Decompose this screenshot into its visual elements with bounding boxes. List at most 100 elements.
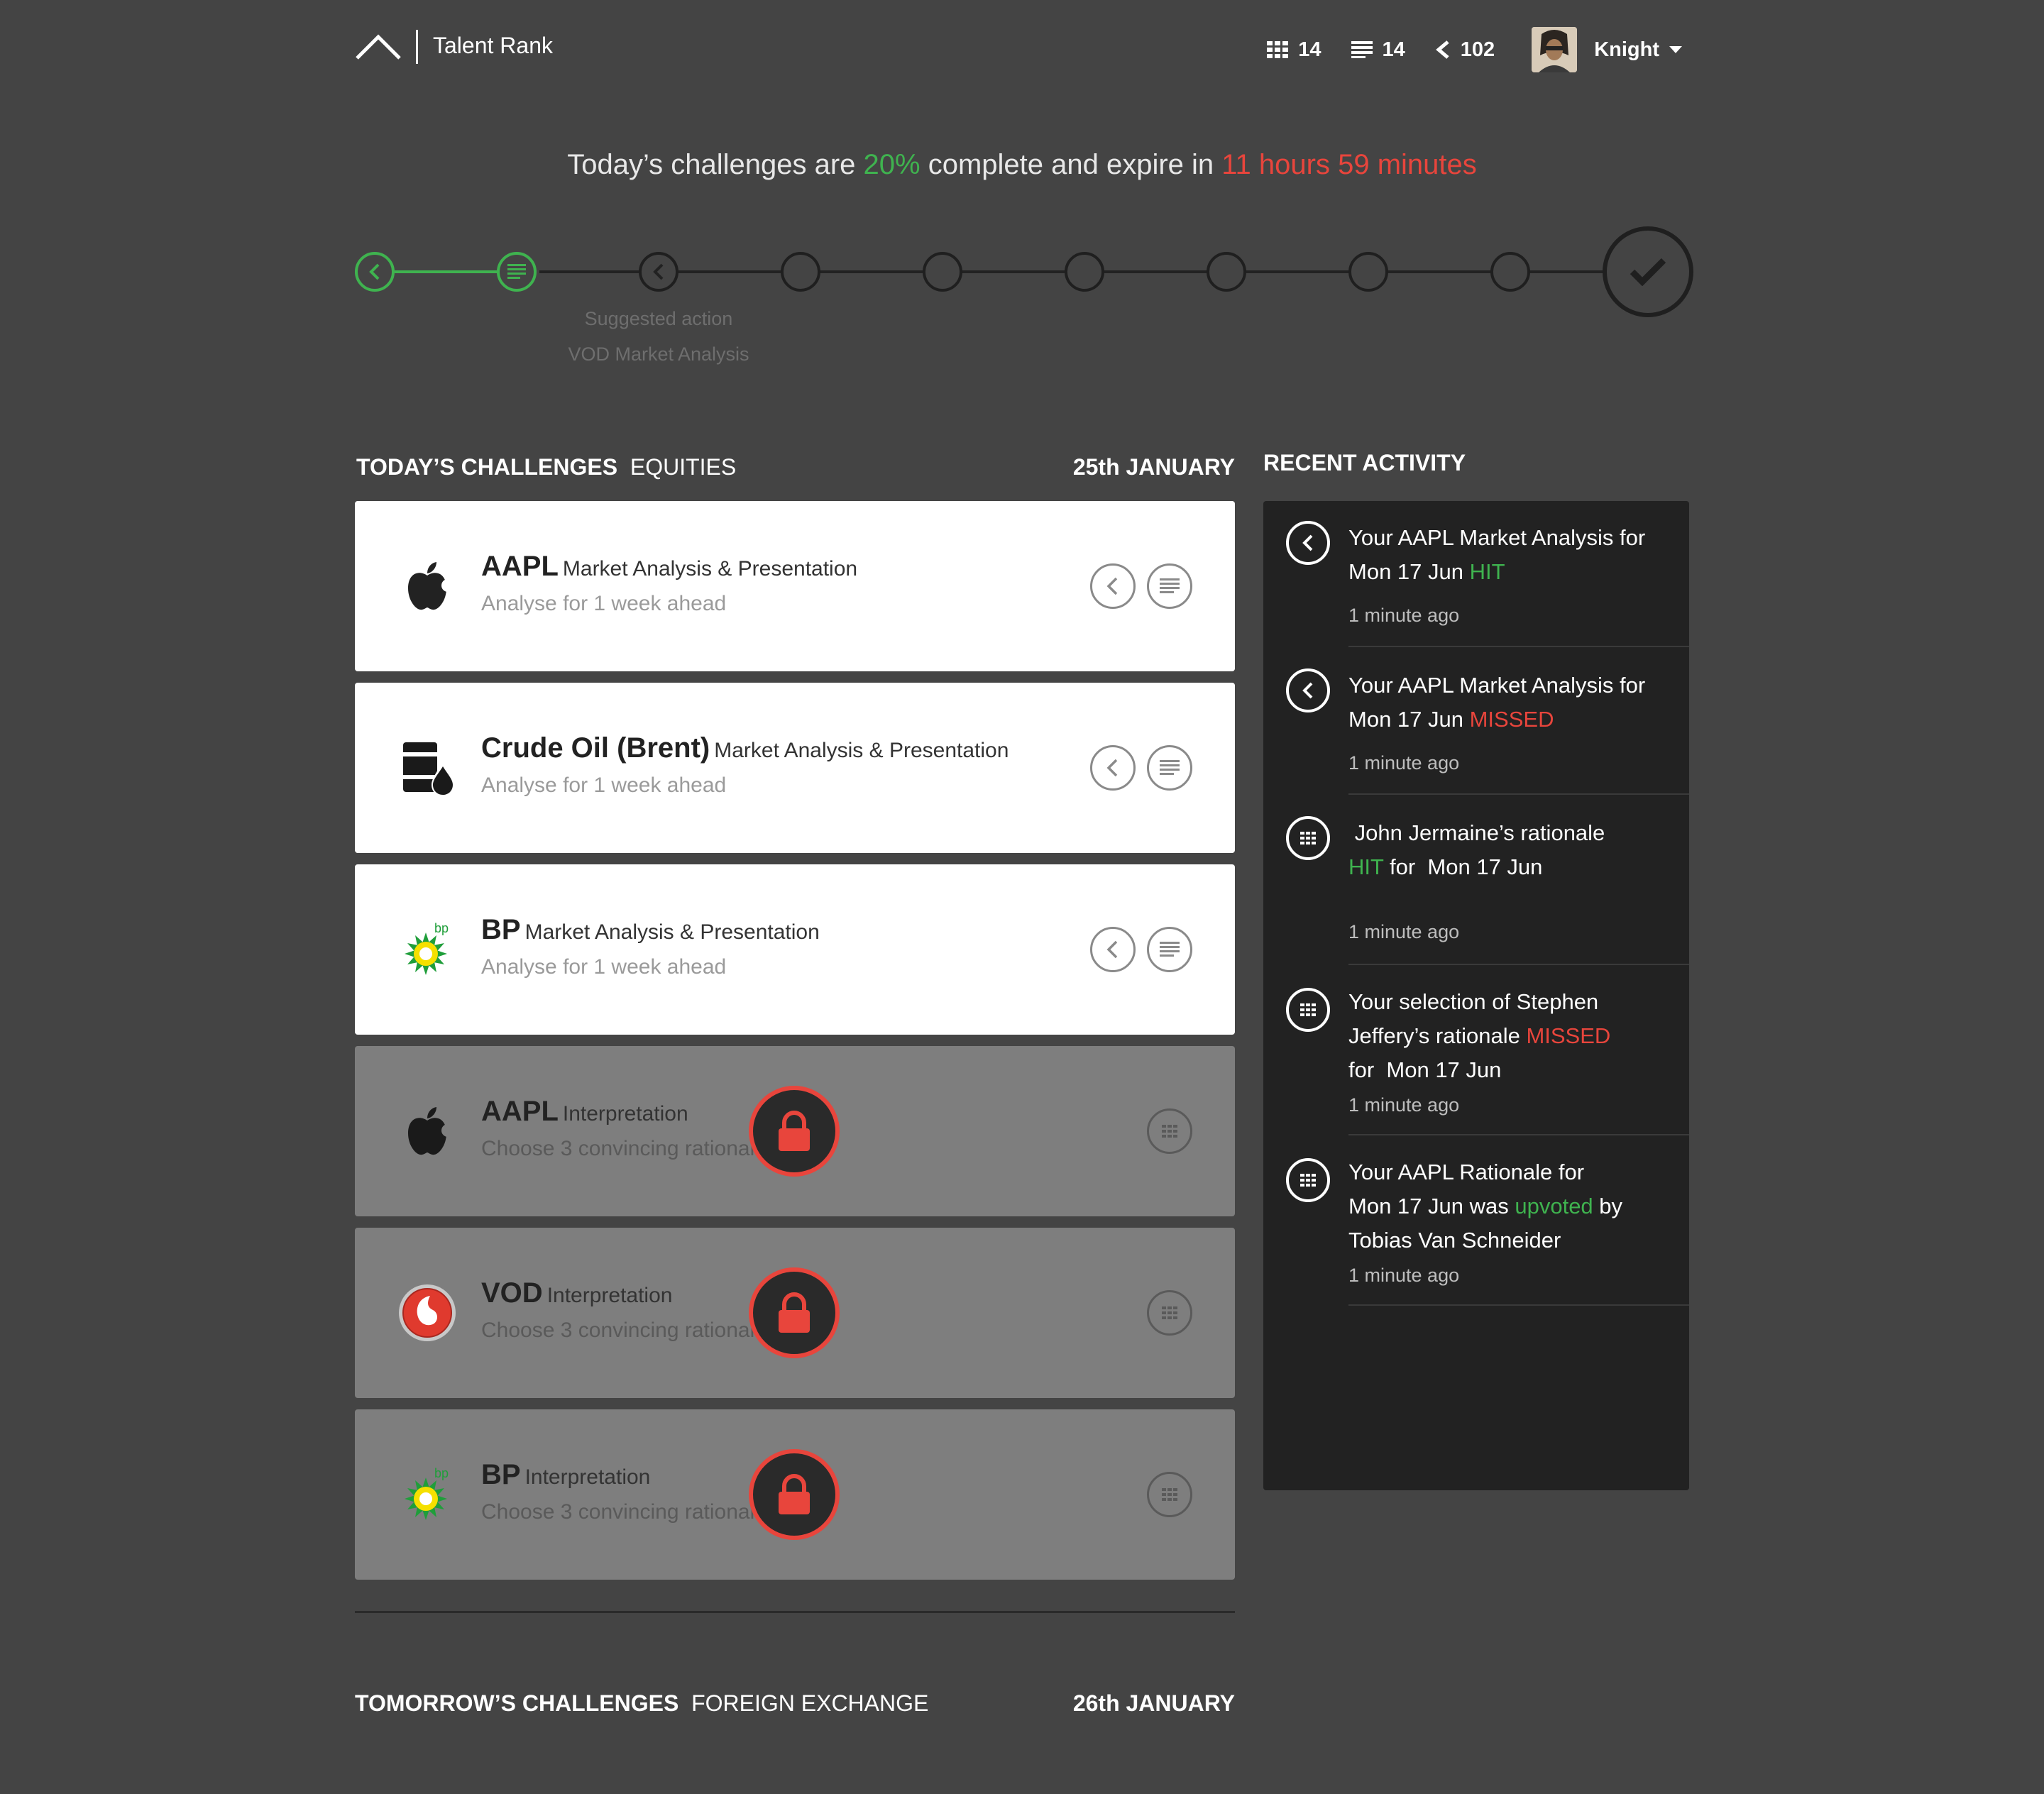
suggested-action-item: VOD Market Analysis — [568, 343, 749, 365]
card-subtitle: Choose 3 convincing rationales — [481, 1500, 765, 1524]
share-button[interactable] — [1090, 927, 1136, 972]
grid-icon — [1286, 1158, 1330, 1202]
share-icon — [369, 263, 380, 280]
share-icon — [1106, 940, 1118, 959]
card-ticker: VOD — [481, 1277, 543, 1309]
share-icon — [1286, 521, 1330, 565]
list-button[interactable] — [1147, 927, 1192, 972]
grid-icon — [1162, 1306, 1177, 1319]
recent-activity-panel: Your AAPL Market Analysis for Mon 17 Jun… — [1263, 501, 1689, 1490]
suggested-action-label: Suggested action — [584, 308, 733, 329]
activity-line-2-text: Mon 17 Jun was — [1348, 1194, 1515, 1218]
app-title: Talent Rank — [433, 33, 553, 58]
progress-track: Suggested action VOD Market Analysis — [355, 224, 1693, 365]
progress-complete[interactable] — [1603, 226, 1693, 317]
grid-icon — [1267, 41, 1289, 58]
challenge-card[interactable]: bp BP Market Analysis & Presentation Anal… — [355, 864, 1235, 1035]
progress-line-done — [395, 270, 500, 273]
today-title-bold: TODAY’S CHALLENGES — [356, 454, 618, 480]
list-button[interactable] — [1147, 745, 1192, 791]
bp-logo-icon: bp — [397, 1465, 457, 1524]
apple-logo-icon — [397, 1101, 457, 1161]
top-bar: Talent Rank 14 14 102 Knight — [355, 21, 1689, 78]
card-actions — [1079, 745, 1192, 791]
share-button[interactable] — [1090, 745, 1136, 791]
activity-text: Your AAPL Rationale for Mon 17 Jun was u… — [1348, 1155, 1675, 1258]
section-divider — [355, 1611, 1235, 1613]
share-button[interactable] — [1090, 563, 1136, 609]
stat-share-value: 102 — [1460, 38, 1495, 61]
activity-time: 1 minute ago — [1348, 752, 1460, 774]
challenge-card[interactable]: AAPL Market Analysis & Presentation Analy… — [355, 501, 1235, 671]
share-icon — [1435, 40, 1449, 59]
stat-list[interactable]: 14 — [1351, 38, 1405, 62]
stat-grid[interactable]: 14 — [1267, 38, 1322, 62]
list-button[interactable] — [1147, 563, 1192, 609]
grid-button[interactable] — [1147, 1290, 1192, 1336]
challenge-status: Today’s challenges are 20% complete and … — [0, 149, 2044, 181]
progress-step-4[interactable] — [781, 252, 820, 292]
user-name[interactable]: Knight — [1594, 38, 1659, 62]
activity-status: HIT — [1348, 854, 1384, 879]
progress-step-9[interactable] — [1490, 252, 1530, 292]
activity-line-2: HIT for Mon 17 Jun — [1348, 850, 1675, 884]
progress-step-3[interactable] — [639, 252, 678, 292]
page: Talent Rank 14 14 102 Knight Today’s cha… — [0, 0, 2044, 1794]
home-logo-icon[interactable] — [355, 33, 402, 61]
challenge-card[interactable]: Crude Oil (Brent) Market Analysis & Prese… — [355, 683, 1235, 853]
list-icon — [1351, 41, 1373, 58]
card-ticker: BP — [481, 914, 521, 945]
activity-line-2-text: Mon 17 Jun — [1348, 707, 1470, 732]
progress-step-1[interactable] — [355, 252, 395, 292]
activity-separator — [1348, 793, 1689, 795]
activity-text: Your AAPL Market Analysis for Mon 17 Jun… — [1348, 668, 1675, 737]
activity-line-3: for Mon 17 Jun — [1348, 1057, 1502, 1082]
grid-button[interactable] — [1147, 1108, 1192, 1154]
activity-status: MISSED — [1526, 1023, 1611, 1048]
status-middle: complete and expire in — [920, 149, 1222, 180]
activity-line-2: Mon 17 Jun HIT — [1348, 555, 1675, 589]
grid-icon — [1162, 1125, 1177, 1138]
grid-icon — [1286, 816, 1330, 860]
activity-line-3: Tobias Van Schneider — [1348, 1228, 1561, 1253]
activity-status: HIT — [1469, 559, 1505, 584]
progress-step-2[interactable] — [497, 252, 537, 292]
list-icon — [1160, 578, 1180, 593]
suggested-action[interactable]: Suggested action VOD Market Analysis — [538, 301, 779, 372]
card-title: AAPL Interpretation — [481, 1096, 688, 1128]
card-task: Interpretation — [562, 1102, 688, 1126]
activity-line-1: Your selection of Stephen — [1348, 989, 1599, 1014]
activity-line-2: Jeffery’s rationale MISSED — [1348, 1019, 1675, 1053]
card-task: Interpretation — [546, 1284, 673, 1307]
avatar[interactable] — [1532, 27, 1578, 72]
status-expiry: 11 hours 59 minutes — [1221, 149, 1477, 180]
activity-line-2: Mon 17 Jun was upvoted by — [1348, 1189, 1675, 1223]
card-task: Market Analysis & Presentation — [524, 920, 820, 944]
list-icon — [507, 264, 526, 279]
card-actions — [1136, 1290, 1192, 1336]
challenge-card-locked: bp BP Interpretation Choose 3 convincing … — [355, 1409, 1235, 1580]
card-actions — [1079, 927, 1192, 972]
card-actions — [1136, 1472, 1192, 1517]
today-date: 25th JANUARY — [1072, 454, 1235, 480]
stat-share[interactable]: 102 — [1435, 38, 1495, 62]
activity-line-1: Your AAPL Market Analysis for — [1348, 673, 1646, 698]
activity-line-1: Your AAPL Rationale for — [1348, 1160, 1585, 1184]
share-icon — [1106, 759, 1118, 777]
activity-line-2-text: for Mon 17 Jun — [1383, 854, 1543, 879]
grid-button[interactable] — [1147, 1472, 1192, 1517]
status-percent: 20% — [863, 149, 921, 180]
activity-line-2-text: Mon 17 Jun — [1348, 559, 1470, 584]
card-task: Market Analysis & Presentation — [562, 557, 858, 580]
user-menu-caret-icon[interactable] — [1669, 46, 1682, 53]
list-icon — [1160, 760, 1180, 775]
header-stats: 14 14 102 Knight — [1267, 21, 1689, 78]
progress-step-5[interactable] — [923, 252, 962, 292]
progress-step-6[interactable] — [1065, 252, 1104, 292]
activity-line-2: Mon 17 Jun MISSED — [1348, 703, 1675, 737]
card-ticker: BP — [481, 1459, 521, 1490]
activity-line-1: Your AAPL Market Analysis for — [1348, 525, 1646, 550]
grid-icon — [1286, 988, 1330, 1032]
progress-step-8[interactable] — [1348, 252, 1388, 292]
progress-step-7[interactable] — [1207, 252, 1246, 292]
